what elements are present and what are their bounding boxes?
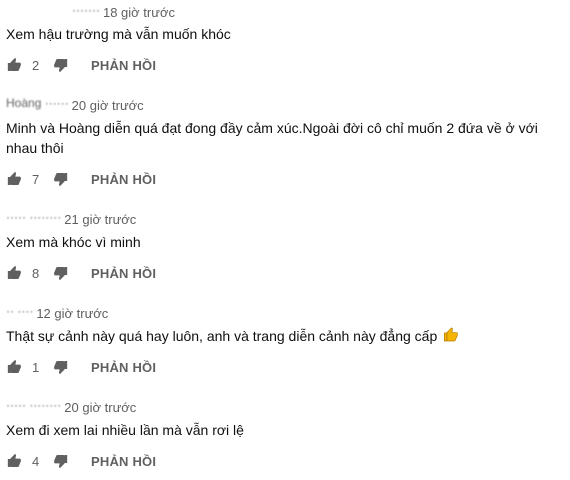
comment-text-content: Thật sự cảnh này quá hay luôn, anh và tr…: [6, 328, 438, 344]
reply-button[interactable]: PHẢN HỒI: [91, 266, 156, 281]
author-name[interactable]: Hoàng ······: [6, 96, 69, 110]
thumb-up-icon[interactable]: [6, 57, 23, 73]
comment-text: Xem đi xem lai nhiều lần mà vẫn rơi lệ: [6, 422, 244, 438]
thumb-up-icon[interactable]: [6, 265, 23, 281]
reply-button[interactable]: PHẢN HỒI: [91, 172, 156, 187]
thumb-down-icon[interactable]: [52, 57, 69, 73]
comment-text: Xem mà khóc vì minh: [6, 234, 141, 250]
thumb-up-icon[interactable]: [6, 453, 23, 469]
reply-button[interactable]: PHẢN HỒI: [91, 454, 156, 469]
timestamp[interactable]: 20 giờ trước: [72, 98, 144, 113]
reply-button[interactable]: PHẢN HỒI: [91, 58, 156, 73]
like-count: 1: [32, 359, 40, 375]
comment-header: ·· ···· 12 giờ trước: [6, 304, 108, 321]
author-name[interactable]: ·······: [72, 3, 100, 17]
thumb-down-icon[interactable]: [52, 453, 69, 469]
timestamp[interactable]: 12 giờ trước: [36, 306, 108, 321]
like-count: 8: [32, 265, 40, 281]
thumb-up-icon[interactable]: [6, 171, 23, 187]
timestamp[interactable]: 20 giờ trước: [64, 400, 136, 415]
author-name[interactable]: ····· ········: [6, 210, 61, 224]
comment-text: Thật sự cảnh này quá hay luôn, anh và tr…: [6, 326, 562, 348]
like-count: 4: [32, 453, 40, 469]
like-count: 7: [32, 171, 40, 187]
comment-header: ····· ········ 20 giờ trước: [6, 398, 136, 415]
comment-header: ····· ········ 21 giờ trước: [6, 210, 136, 227]
comment-actions: 8 PHẢN HỒI: [6, 264, 156, 282]
timestamp[interactable]: 18 giờ trước: [103, 5, 175, 20]
author-name[interactable]: ····· ········: [6, 398, 61, 412]
comment-text: Minh và Hoàng diễn quá đạt đong đầy cảm …: [6, 120, 538, 156]
comment-header: Hoàng ······ 20 giờ trước: [6, 96, 144, 113]
thumbs-up-emoji: [443, 327, 459, 348]
comment-actions: 1 PHẢN HỒI: [6, 358, 156, 376]
comment-actions: 4 PHẢN HỒI: [6, 452, 156, 470]
thumb-up-icon[interactable]: [6, 359, 23, 375]
comment-header: ······· 18 giờ trước: [6, 3, 175, 20]
like-count: 2: [32, 57, 40, 73]
comment-actions: 7 PHẢN HỒI: [6, 170, 156, 188]
author-name[interactable]: ·· ····: [6, 304, 33, 318]
thumb-down-icon[interactable]: [52, 359, 69, 375]
thumb-down-icon[interactable]: [52, 265, 69, 281]
thumb-down-icon[interactable]: [52, 171, 69, 187]
comment-actions: 2 PHẢN HỒI: [6, 56, 156, 74]
reply-button[interactable]: PHẢN HỒI: [91, 360, 156, 375]
timestamp[interactable]: 21 giờ trước: [64, 212, 136, 227]
comment-text: Xem hậu trường mà vẫn muốn khóc: [6, 26, 231, 42]
